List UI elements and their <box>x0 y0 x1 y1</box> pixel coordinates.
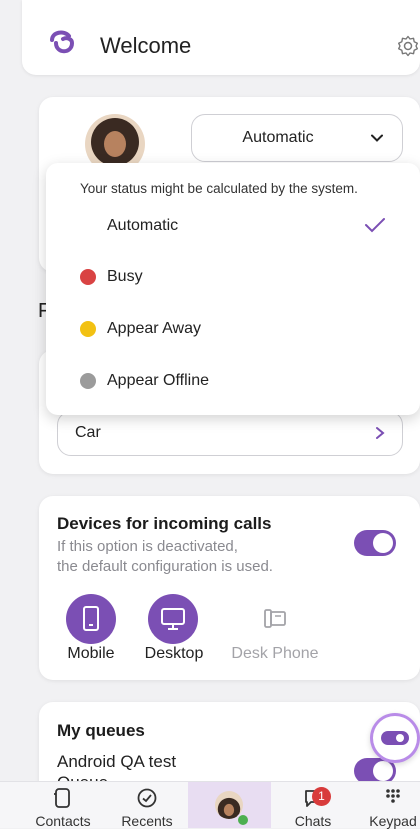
status-menu-hint: Your status might be calculated by the s… <box>80 181 358 196</box>
busy-dot-icon <box>80 269 96 285</box>
presence-dot-icon <box>236 813 250 827</box>
status-option-label: Appear Away <box>107 320 201 337</box>
chevron-right-icon <box>376 427 385 439</box>
app-logo-icon <box>50 30 75 54</box>
status-option-busy[interactable]: Busy <box>46 251 420 303</box>
keypad-icon <box>386 789 400 803</box>
bottom-tab-bar: Contacts Recents Chats Keypad <box>0 781 420 829</box>
status-option-automatic[interactable]: Automatic <box>46 200 420 252</box>
toggle-pill-icon <box>381 731 409 745</box>
gear-icon[interactable] <box>396 34 420 58</box>
away-dot-icon <box>80 321 96 337</box>
tab-profile[interactable] <box>188 782 271 828</box>
status-option-label: Automatic <box>107 217 179 234</box>
devices-subtitle: If this option is deactivated, the defau… <box>57 537 273 577</box>
desk-phone-label: Desk Phone <box>231 645 319 662</box>
status-option-offline[interactable]: Appear Offline <box>46 355 420 407</box>
devices-title: Devices for incoming calls <box>57 514 272 533</box>
chevron-down-icon <box>371 134 383 142</box>
page-title: Welcome <box>100 33 192 58</box>
status-dropdown-value: Automatic <box>242 129 314 146</box>
desktop-device-label: Desktop <box>144 645 204 662</box>
tab-recents[interactable]: Recents <box>110 782 184 829</box>
checkmark-icon <box>365 218 385 233</box>
mobile-device-button[interactable] <box>66 594 116 644</box>
status-option-label: Appear Offline <box>107 372 209 389</box>
mobile-phone-icon <box>83 606 99 631</box>
status-option-label: Busy <box>107 268 143 285</box>
devices-subtitle-line: the default configuration is used. <box>57 558 273 575</box>
queues-title: My queues <box>57 721 145 740</box>
chats-badge: 1 <box>312 787 331 806</box>
toggle-knob <box>373 761 393 781</box>
toggle-knob <box>373 533 393 553</box>
status-dropdown[interactable]: Automatic <box>191 114 403 162</box>
location-value: Car <box>75 424 101 441</box>
queue-item-line: Android QA test <box>57 752 177 771</box>
status-menu: Your status might be calculated by the s… <box>46 163 420 415</box>
left-gutter <box>0 0 22 781</box>
tab-keypad[interactable]: Keypad <box>366 782 420 829</box>
desktop-device-button[interactable] <box>148 594 198 644</box>
devices-toggle[interactable] <box>354 530 396 556</box>
desktop-monitor-icon <box>161 608 185 630</box>
app-header: Welcome <box>22 0 420 75</box>
floating-action-button[interactable] <box>370 713 420 763</box>
offline-dot-icon <box>80 373 96 389</box>
contacts-icon <box>54 788 70 808</box>
location-selector[interactable]: Car <box>57 411 403 456</box>
tab-contacts[interactable]: Contacts <box>24 782 102 829</box>
status-option-away[interactable]: Appear Away <box>46 303 420 355</box>
desk-phone-icon[interactable] <box>262 606 288 632</box>
devices-subtitle-line: If this option is deactivated, <box>57 538 238 555</box>
recents-icon <box>137 788 157 808</box>
tab-chats[interactable]: Chats <box>280 782 346 829</box>
mobile-device-label: Mobile <box>67 645 115 662</box>
